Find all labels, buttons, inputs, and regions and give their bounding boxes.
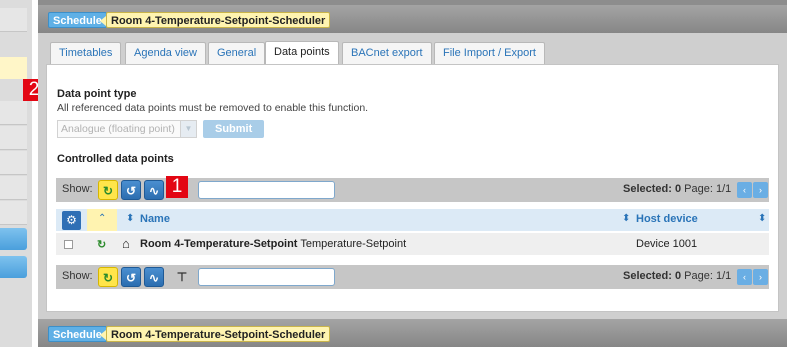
data-point-type-select[interactable]: Analogue (floating point) ▼ (57, 120, 197, 138)
sidebar-item[interactable] (0, 126, 27, 150)
show-label: Show: (62, 270, 93, 282)
controlled-status-icon: ↻ (97, 239, 107, 251)
sort-icon[interactable]: ⬍ (126, 213, 134, 224)
column-name[interactable]: Name (140, 213, 170, 225)
filter-commanded-icon[interactable]: ↺ (121, 267, 141, 287)
filter-icon[interactable]: ⊤ (172, 267, 192, 287)
filter-trend-icon[interactable]: ∿ (144, 180, 164, 200)
callout-1: 1 (166, 176, 188, 198)
window-header-bottom: Schedule Room 4-Temperature-Setpoint-Sch… (38, 319, 787, 347)
filter-trend-icon[interactable]: ∿ (144, 267, 164, 287)
tab-data-points[interactable]: Data points (265, 41, 339, 65)
chevron-down-icon: ▼ (180, 121, 196, 137)
left-sidebar (0, 0, 32, 347)
tab-file-import-export[interactable]: File Import / Export (434, 42, 545, 64)
settings-gear-icon[interactable]: ⚙ (62, 211, 81, 230)
controlled-data-points-title: Controlled data points (57, 153, 174, 165)
sidebar-item[interactable] (0, 176, 27, 200)
sidebar-blue-button[interactable] (0, 256, 27, 278)
column-host-device[interactable]: Host device (636, 213, 698, 225)
table-row[interactable]: ↻ ⌂ Room 4-Temperature-Setpoint Temperat… (56, 233, 769, 255)
table-header: ⚙ ⌃ ⬍ Name ⬍ Host device ⬍ (56, 209, 769, 231)
data-point-type-value: Analogue (floating point) (61, 123, 175, 135)
submit-button[interactable]: Submit (203, 120, 265, 138)
data-point-type-title: Data point type (57, 88, 137, 100)
show-label: Show: (62, 183, 93, 195)
sidebar-item-selected[interactable] (0, 57, 27, 79)
command-icon: ⌂ (122, 236, 130, 251)
filter-commanded-icon[interactable]: ↺ (121, 180, 141, 200)
sidebar-item[interactable] (0, 101, 27, 125)
toolbar-top: Show: ↻ ↺ ∿ Selected: 0 Page: 1/1 ‹ › (56, 178, 769, 202)
tab-agenda-view[interactable]: Agenda view (125, 42, 206, 64)
sidebar-blue-button[interactable] (0, 228, 27, 250)
sidebar-item[interactable] (0, 8, 27, 32)
filter-controlled-icon[interactable]: ↻ (98, 180, 118, 200)
chevron-left-icon[interactable]: ‹ (737, 182, 752, 198)
schedule-window: Schedule Room 4-Temperature-Setpoint-Sch… (38, 0, 787, 347)
column-status[interactable]: ⌃ (87, 209, 117, 231)
tab-timetables[interactable]: Timetables (50, 42, 122, 64)
toolbar-bottom: Show: ↻ ↺ ∿ ⊤ Selected: 0 Page: 1/1 ‹ › (56, 265, 769, 289)
filter-controlled-icon[interactable]: ↻ (98, 267, 118, 287)
selection-info: Selected: 0 Page: 1/1 (623, 270, 732, 282)
window-header: Schedule Room 4-Temperature-Setpoint-Sch… (38, 5, 787, 33)
schedule-tag[interactable]: Schedule (48, 12, 107, 28)
chevron-left-icon[interactable]: ‹ (737, 269, 752, 285)
object-name-tag[interactable]: Room 4-Temperature-Setpoint-Scheduler (99, 12, 331, 28)
filter-input[interactable] (198, 268, 335, 286)
sidebar-item[interactable] (0, 151, 27, 175)
sidebar-item[interactable] (0, 201, 27, 225)
data-points-panel: Data point type All referenced data poin… (46, 64, 779, 312)
schedule-tag[interactable]: Schedule (48, 326, 107, 342)
selection-info: Selected: 0 Page: 1/1 (623, 183, 732, 195)
row-host-device: Device 1001 (636, 238, 698, 250)
row-checkbox[interactable] (64, 240, 73, 249)
data-point-type-note: All referenced data points must be remov… (57, 102, 369, 114)
object-name-tag[interactable]: Room 4-Temperature-Setpoint-Scheduler (99, 326, 331, 342)
row-name: Room 4-Temperature-Setpoint Temperature-… (140, 238, 407, 250)
chevron-right-icon[interactable]: › (753, 182, 768, 198)
content-area: Timetables Agenda view General Data poin… (38, 33, 787, 319)
tab-bacnet-export[interactable]: BACnet export (342, 42, 432, 64)
sort-icon[interactable]: ⬍ (622, 213, 630, 224)
chevron-right-icon[interactable]: › (753, 269, 768, 285)
sort-icon[interactable]: ⬍ (758, 213, 766, 224)
filter-input[interactable] (198, 181, 335, 199)
tab-general[interactable]: General (208, 42, 266, 64)
